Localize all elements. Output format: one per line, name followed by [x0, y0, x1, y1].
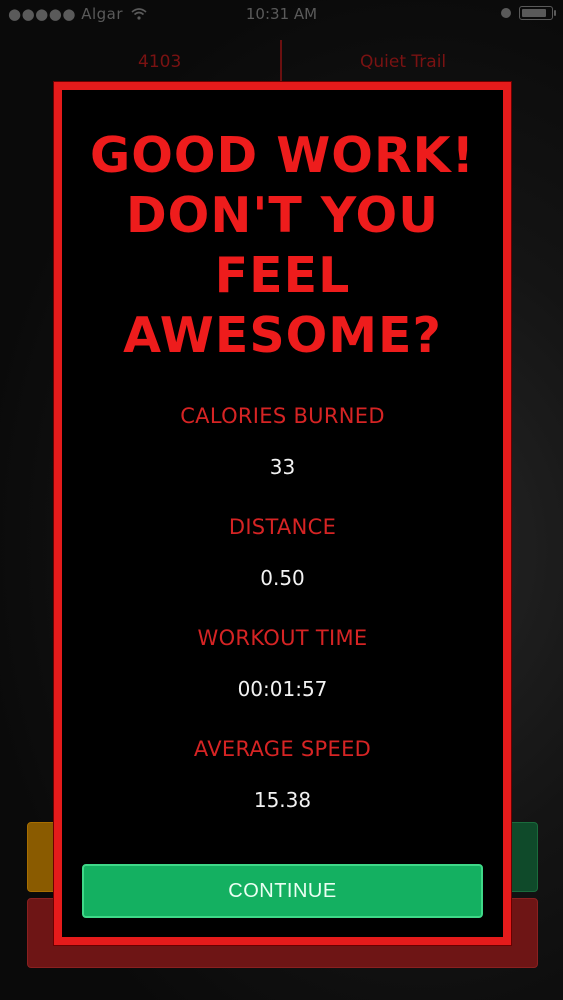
distance-label: DISTANCE	[228, 515, 337, 539]
workout-time-value: 00:01:57	[237, 677, 328, 701]
status-time: 10:31 AM	[245, 5, 318, 23]
title-line: AWESOME?	[123, 307, 442, 364]
calories-burned-label: CALORIES BURNED	[180, 404, 385, 428]
status-bar: ●●●●● Algar 10:31 AM	[0, 0, 563, 30]
continue-button[interactable]: CONTINUE	[82, 864, 483, 918]
header-divider	[280, 40, 282, 84]
header-right-value: Quiet Trail	[360, 52, 447, 72]
calories-burned-value: 33	[269, 455, 296, 479]
workout-time-label: WORKOUT TIME	[197, 626, 368, 650]
distance-value: 0.50	[260, 566, 305, 590]
status-icons	[501, 6, 556, 20]
app-screen: ●●●●● Algar 10:31 AM 4103 Quiet Trail GO…	[0, 0, 563, 1000]
modal-title: GOOD WORK! DON'T YOU FEEL AWESOME?	[62, 126, 503, 366]
title-line: GOOD WORK!	[89, 127, 475, 184]
header-left-value: 4103	[138, 52, 182, 72]
orientation-lock-icon	[501, 8, 511, 18]
title-line: FEEL	[214, 247, 351, 304]
background-header: 4103 Quiet Trail	[0, 40, 563, 84]
workout-summary-modal: GOOD WORK! DON'T YOU FEEL AWESOME? CALOR…	[54, 82, 511, 945]
battery-icon	[519, 6, 556, 20]
title-line: DON'T YOU	[125, 187, 439, 244]
average-speed-label: AVERAGE SPEED	[193, 737, 372, 761]
average-speed-value: 15.38	[253, 788, 312, 812]
